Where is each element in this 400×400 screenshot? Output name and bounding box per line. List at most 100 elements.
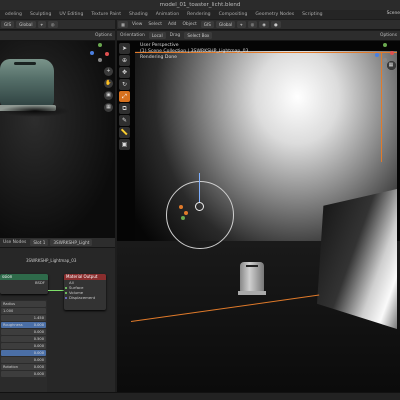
navigation-gizmo[interactable]	[90, 43, 110, 63]
measure-icon[interactable]: 📏	[119, 127, 130, 138]
tab-sculpting[interactable]: Sculpting	[26, 12, 55, 17]
tab-geometry-nodes[interactable]: Geometry Nodes	[251, 12, 298, 17]
cursor-icon[interactable]: ⊕	[119, 55, 130, 66]
emission-bsdf-socket[interactable]: BSDF	[0, 280, 48, 285]
orientation-dropdown[interactable]: Global	[16, 21, 36, 28]
options-button[interactable]: Options	[92, 33, 115, 38]
light-axis-x-icon[interactable]	[184, 211, 188, 215]
prop-row[interactable]: 0.000	[1, 371, 46, 377]
proportional-icon[interactable]: ◎	[47, 21, 58, 28]
material-dropdown[interactable]: 3SWRKSHP_Light	[50, 239, 93, 246]
tab-modeling[interactable]: odeling	[1, 12, 26, 17]
socket-volume-dot[interactable]	[65, 291, 67, 294]
snap-icon[interactable]: ⌖	[37, 21, 46, 28]
emission-node[interactable]: ssion BSDF	[0, 274, 48, 294]
prop-row-rotation[interactable]: Rotation 0.000	[1, 364, 46, 370]
select-cursor-icon[interactable]: ➤	[119, 43, 130, 54]
status-bar	[0, 392, 400, 400]
zoom-icon[interactable]: +	[104, 67, 113, 76]
main-navigation-gizmo[interactable]	[375, 43, 395, 63]
move-icon[interactable]: ✥	[119, 67, 130, 78]
visibility-icon[interactable]: ◉	[259, 21, 269, 28]
tool-shelf: ➤ ⊕ ✥ ↻ ⤢ ⧉ ✎ 📏 ▣	[118, 41, 131, 151]
selection-edge-right	[381, 51, 382, 163]
prop-row-radius[interactable]: Radius	[1, 301, 46, 307]
left-viewport-subheader: Options	[0, 31, 115, 41]
main-viewport[interactable]: User Perspective (1) Scene Collection | …	[117, 41, 400, 400]
toaster-object[interactable]	[238, 262, 266, 295]
prop-row[interactable]: 0.000	[1, 343, 46, 349]
rotate-icon[interactable]: ↻	[119, 79, 130, 90]
gis-dropdown[interactable]: GIS	[1, 21, 15, 28]
prop-row[interactable]: 0.000	[1, 350, 46, 356]
prop-value: 1.450	[33, 316, 44, 320]
prop-row[interactable]: 0.000	[1, 357, 46, 363]
pan-hand-icon[interactable]: ✋	[104, 79, 113, 88]
global-dropdown[interactable]: Global	[215, 21, 236, 28]
menu-add[interactable]: Add	[165, 22, 180, 27]
left-viewport[interactable]: + ✋ ▣ ▦	[0, 41, 115, 238]
gizmo-y-icon[interactable]	[98, 43, 102, 47]
scale-icon[interactable]: ⤢	[119, 91, 130, 102]
workspace-tabs: odeling Sculpting UV Editing Texture Pai…	[0, 10, 400, 19]
scene-selector[interactable]: Scene	[384, 11, 400, 16]
prop-row[interactable]: 1.000	[1, 308, 46, 314]
title-bar: model_01_toaster_licht.blend	[0, 0, 400, 10]
options-button-main[interactable]: Options	[377, 33, 400, 38]
window-title: model_01_toaster_licht.blend	[159, 2, 241, 8]
gis-dropdown-main[interactable]: GIS	[200, 21, 214, 28]
gizmo-neg-icon[interactable]	[98, 58, 102, 62]
add-cube-icon[interactable]: ▣	[119, 139, 130, 150]
main-gizmo-neg-icon[interactable]	[383, 58, 387, 62]
tab-texture-paint[interactable]: Texture Paint	[87, 12, 125, 17]
prop-row-roughness[interactable]: Roughness 0.000	[1, 322, 46, 328]
shading-icon[interactable]: ●	[270, 21, 281, 28]
orientation-label: Orientation	[120, 33, 145, 38]
use-nodes-toggle[interactable]: Use Nodes	[0, 240, 29, 245]
main-viewport-subheader: Orientation Local Drag Select Box Option…	[117, 31, 400, 41]
tab-shading[interactable]: Shading	[125, 12, 152, 17]
menu-view[interactable]: View	[129, 22, 145, 27]
tab-animation[interactable]: Animation	[152, 12, 183, 17]
prop-value: 0.000	[33, 330, 44, 334]
material-output-node[interactable]: Material Output All Surface Volume Displ…	[64, 274, 106, 310]
tab-compositing[interactable]: Compositing	[215, 12, 252, 17]
prop-value: 0.000	[33, 323, 44, 327]
menu-select[interactable]: Select	[145, 22, 165, 27]
main-gizmo-y-icon[interactable]	[383, 43, 387, 47]
slot-dropdown[interactable]: Slot 1	[30, 239, 49, 246]
light-axis-y-icon[interactable]	[179, 205, 183, 209]
tab-scripting[interactable]: Scripting	[298, 12, 326, 17]
snap-icon-main[interactable]: ⌖	[237, 21, 246, 28]
node-properties-panel: Radius 1.000 1.450 Roughness 0.000 0.000 …	[0, 300, 47, 400]
prop-row[interactable]: 0.500	[1, 336, 46, 342]
orientation-local-dropdown[interactable]: Local	[148, 32, 166, 39]
socket-surface-dot[interactable]	[65, 286, 67, 289]
camera-icon[interactable]: ▣	[104, 91, 113, 100]
prop-row[interactable]: 0.000	[1, 329, 46, 335]
main-gizmo-x-icon[interactable]	[390, 51, 394, 55]
grid-icon[interactable]: ▦	[104, 103, 113, 112]
annotate-icon[interactable]: ✎	[119, 115, 130, 126]
tab-rendering[interactable]: Rendering	[183, 12, 214, 17]
prop-value: 0.000	[33, 358, 44, 362]
light-axis-z-icon[interactable]	[181, 216, 185, 220]
prop-value: 0.000	[33, 365, 44, 369]
main-gizmo-z-icon[interactable]	[375, 53, 379, 57]
prop-row-ior[interactable]: 1.450	[1, 315, 46, 321]
socket-displacement-dot[interactable]	[65, 296, 67, 299]
gizmo-z-icon[interactable]	[90, 51, 94, 55]
tab-uv-editing[interactable]: UV Editing	[55, 12, 87, 17]
main-grid-icon[interactable]: ▦	[386, 61, 396, 70]
gizmo-x-icon[interactable]	[105, 52, 109, 56]
menu-object[interactable]: Object	[179, 22, 199, 27]
socket-displacement[interactable]: Displacement	[64, 295, 106, 300]
light-center-handle[interactable]	[195, 202, 204, 211]
proportional-icon-main[interactable]: ◎	[247, 21, 258, 28]
node-breadcrumb: 3SWRKSHP_Lightmap_03	[26, 258, 77, 263]
prop-label: 1.000	[3, 309, 14, 313]
transform-icon[interactable]: ⧉	[119, 103, 130, 114]
editor-type-icon[interactable]: ▦	[118, 21, 128, 28]
light-gizmo-circle[interactable]	[166, 181, 234, 249]
drag-dropdown[interactable]: Select Box	[184, 32, 213, 39]
